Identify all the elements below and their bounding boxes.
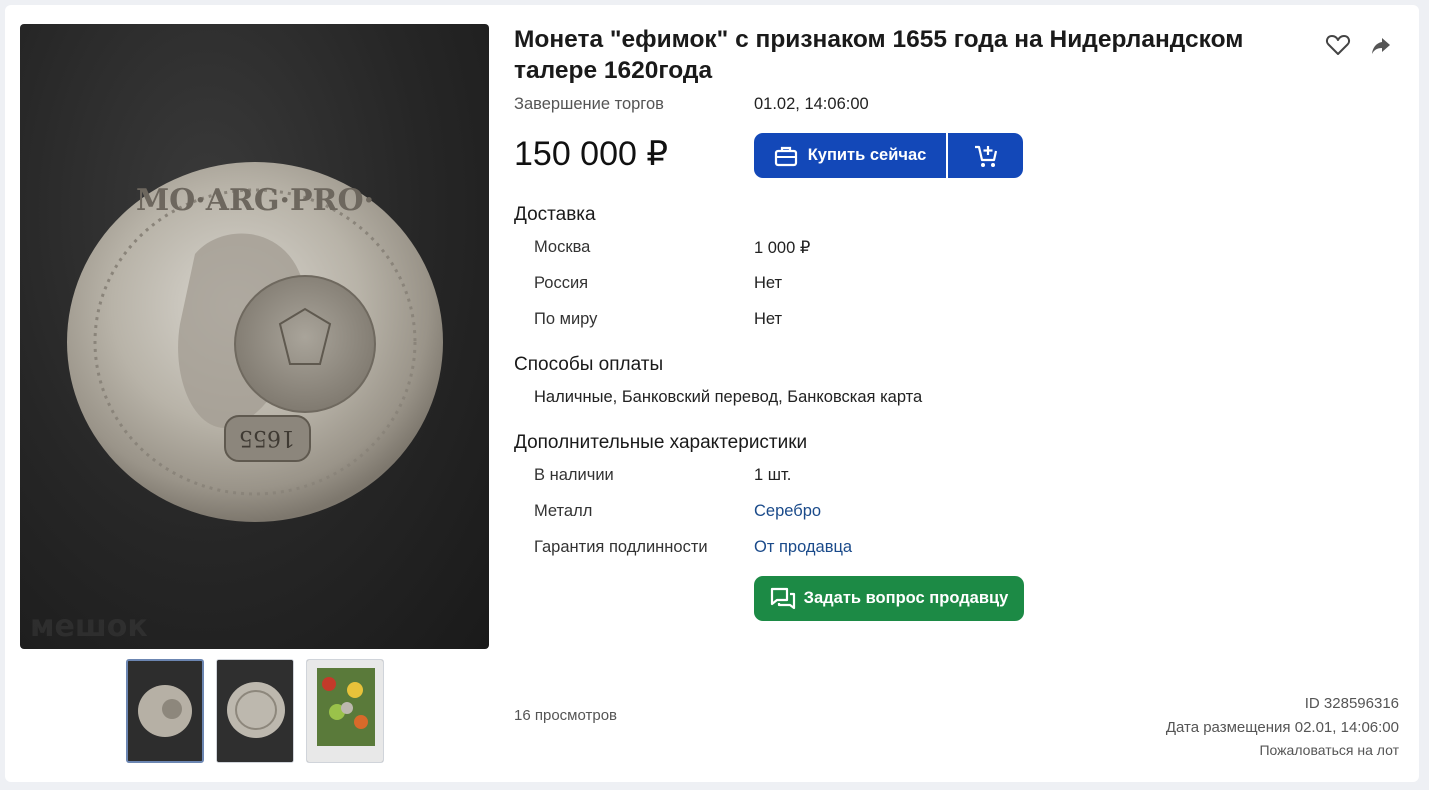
delivery-region-label: Россия xyxy=(534,274,589,292)
briefcase-icon xyxy=(774,146,797,166)
main-photo[interactable]: MO·ARG·PRO· 1655 мешок xyxy=(20,24,489,649)
share-icon[interactable] xyxy=(1369,35,1393,57)
delivery-region-label: Москва xyxy=(534,238,591,256)
thumbnail-2[interactable] xyxy=(216,659,294,763)
payment-methods: Наличные, Банковский перевод, Банковская… xyxy=(534,388,923,406)
add-to-cart-button[interactable] xyxy=(948,133,1023,178)
delivery-region-label: По миру xyxy=(534,310,598,328)
watermark: мешок xyxy=(30,609,148,644)
buy-now-button[interactable]: Купить сейчас xyxy=(754,133,946,178)
countermark-year: 1655 xyxy=(239,425,295,450)
metal-link[interactable]: Серебро xyxy=(754,502,821,521)
price: 150 000 ₽ xyxy=(514,135,668,173)
countermark xyxy=(234,275,376,413)
lot-title: Монета "ефимок" с признаком 1655 года на… xyxy=(514,26,1244,84)
buy-now-label: Купить сейчас xyxy=(807,146,927,164)
delivery-region-value: 1 000 ₽ xyxy=(754,239,811,257)
authenticity-link[interactable]: От продавца xyxy=(754,538,852,557)
favorite-icon[interactable] xyxy=(1325,33,1351,57)
ask-seller-button[interactable]: Задать вопрос продавцу xyxy=(754,576,1024,621)
lot-id: ID 328596316 xyxy=(1304,695,1399,712)
delivery-region-value: Нет xyxy=(754,310,783,328)
payment-heading: Способы оплаты xyxy=(514,354,664,375)
auction-end-label: Завершение торгов xyxy=(514,95,664,113)
delivery-region-value: Нет xyxy=(754,274,783,292)
characteristic-label: В наличии xyxy=(534,466,614,484)
thumbnail-1[interactable] xyxy=(126,659,204,763)
posted-date: Дата размещения 02.01, 14:06:00 xyxy=(1165,719,1399,736)
cart-plus-icon xyxy=(974,145,997,167)
report-lot-link[interactable]: Пожаловаться на лот xyxy=(1259,742,1399,758)
ask-seller-label: Задать вопрос продавцу xyxy=(803,589,1009,607)
views-count: 16 просмотров xyxy=(514,707,618,724)
thumbnail-strip xyxy=(126,659,384,763)
coin-legend: MO·ARG·PRO· xyxy=(136,183,374,218)
thumbnail-3[interactable] xyxy=(306,659,384,763)
buy-button-group: Купить сейчас xyxy=(754,133,1023,178)
characteristic-value: 1 шт. xyxy=(754,466,792,484)
auction-end-value: 01.02, 14:06:00 xyxy=(754,95,869,113)
characteristic-label: Металл xyxy=(534,502,593,520)
delivery-heading: Доставка xyxy=(514,204,596,225)
characteristics-heading: Дополнительные характеристики xyxy=(514,432,808,453)
characteristic-label: Гарантия подлинности xyxy=(534,538,708,556)
chat-icon xyxy=(770,587,795,609)
